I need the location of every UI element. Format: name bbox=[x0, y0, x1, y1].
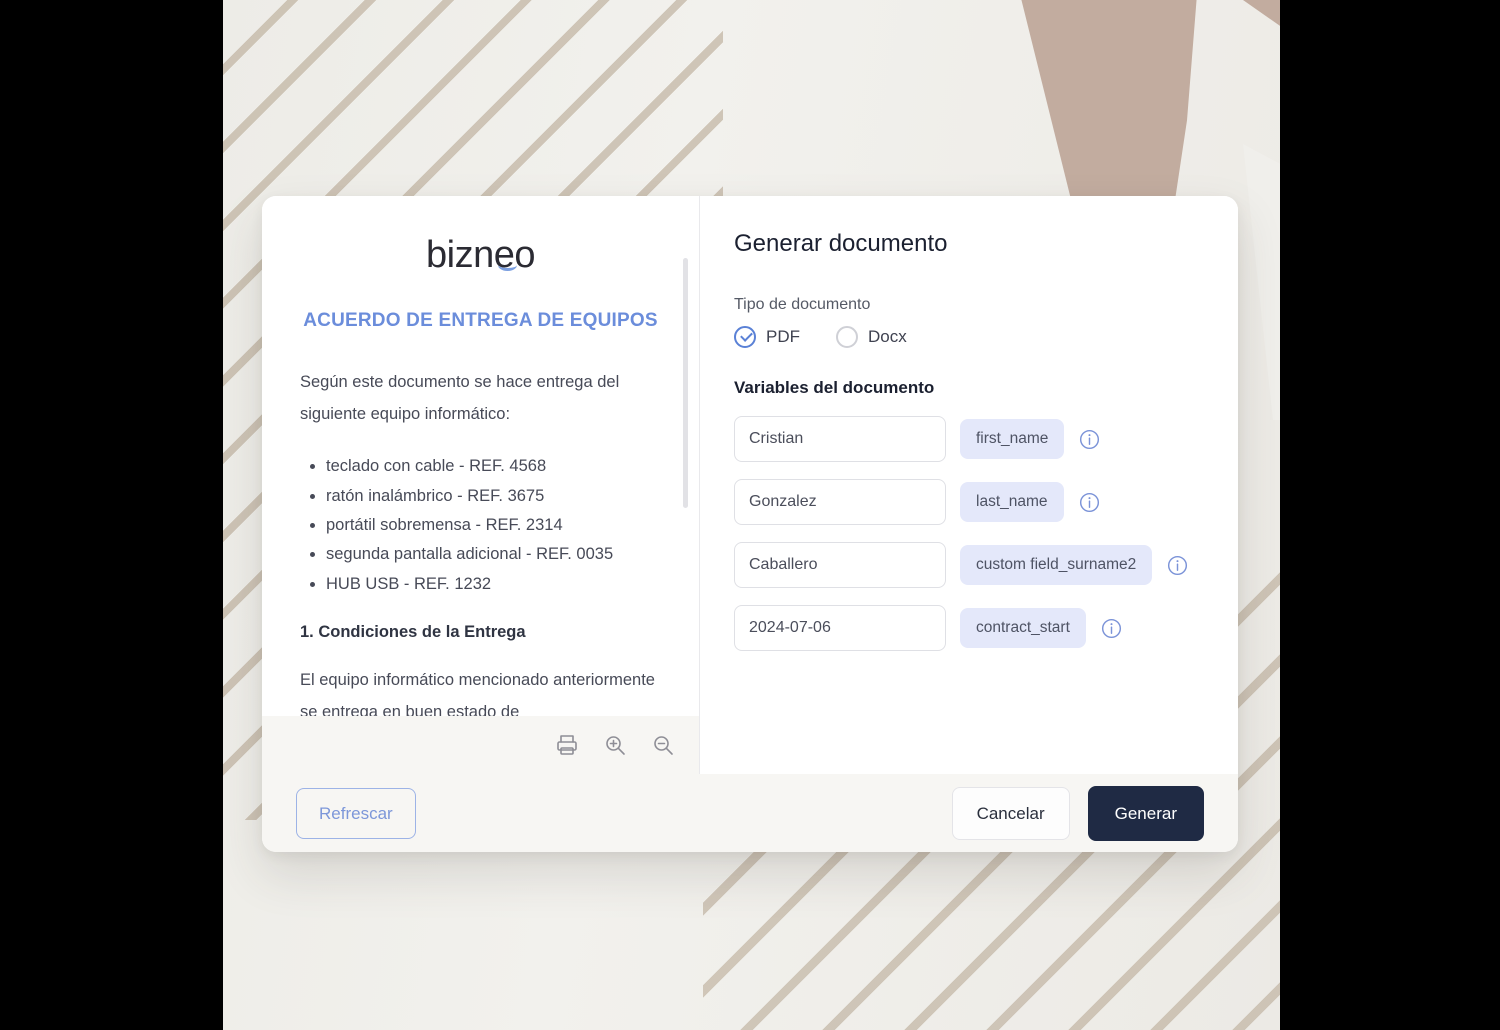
document-type-radio-group: PDF Docx bbox=[734, 326, 1202, 348]
logo-wrap: bizneo bbox=[300, 236, 661, 274]
variable-input-first-name[interactable] bbox=[734, 416, 946, 462]
screen-root: bizneo ACUERDO DE ENTREGA DE EQUIPOS Seg… bbox=[0, 0, 1500, 1030]
radio-label-pdf: PDF bbox=[766, 327, 800, 346]
variable-row: first_name bbox=[734, 416, 1202, 462]
radio-checked-icon[interactable] bbox=[734, 326, 756, 348]
preview-scrollbar[interactable] bbox=[683, 258, 688, 508]
list-item: portátil sobremensa - REF. 2314 bbox=[326, 511, 661, 540]
zoom-in-icon[interactable] bbox=[603, 733, 627, 757]
document-preview-pane: bizneo ACUERDO DE ENTREGA DE EQUIPOS Seg… bbox=[262, 196, 700, 774]
variable-tag-surname2: custom field_surname2 bbox=[960, 545, 1153, 585]
modal-body: bizneo ACUERDO DE ENTREGA DE EQUIPOS Seg… bbox=[262, 196, 1238, 774]
variable-row: contract_start bbox=[734, 605, 1202, 651]
document-intro-paragraph: Según este documento se hace entrega del… bbox=[300, 373, 620, 424]
footer-actions: Cancelar Generar bbox=[951, 785, 1204, 841]
document-section-heading: 1. Condiciones de la Entrega bbox=[300, 623, 526, 642]
variable-tag-first-name: first_name bbox=[960, 419, 1065, 459]
variable-input-surname2[interactable] bbox=[734, 542, 946, 588]
list-item: segunda pantalla adicional - REF. 0035 bbox=[326, 540, 661, 569]
form-title: Generar documento bbox=[734, 230, 948, 257]
equipment-list: teclado con cable - REF. 4568 ratón inal… bbox=[300, 452, 661, 599]
variable-input-last-name[interactable] bbox=[734, 479, 946, 525]
variable-tag-contract-start: contract_start bbox=[960, 608, 1086, 648]
cancel-button[interactable]: Cancelar bbox=[951, 786, 1070, 840]
bizneo-logo: bizneo bbox=[426, 236, 535, 274]
info-icon[interactable] bbox=[1166, 554, 1189, 577]
variable-row: last_name bbox=[734, 479, 1202, 525]
radio-unchecked-icon[interactable] bbox=[836, 326, 858, 348]
variable-input-contract-start[interactable] bbox=[734, 605, 946, 651]
info-icon[interactable] bbox=[1078, 428, 1101, 451]
variable-tag-last-name: last_name bbox=[960, 482, 1064, 522]
radio-label-docx: Docx bbox=[868, 327, 907, 346]
document-type-label: Tipo de documento bbox=[734, 296, 871, 313]
document-section-paragraph: El equipo informático mencionado anterio… bbox=[300, 671, 655, 716]
generate-document-modal: bizneo ACUERDO DE ENTREGA DE EQUIPOS Seg… bbox=[262, 196, 1238, 852]
radio-option-pdf[interactable]: PDF bbox=[734, 326, 800, 348]
zoom-out-icon[interactable] bbox=[651, 733, 675, 757]
info-icon[interactable] bbox=[1078, 491, 1101, 514]
radio-option-docx[interactable]: Docx bbox=[836, 326, 907, 348]
refresh-button[interactable]: Refrescar bbox=[296, 787, 416, 839]
info-icon[interactable] bbox=[1100, 617, 1123, 640]
list-item: teclado con cable - REF. 4568 bbox=[326, 452, 661, 481]
list-item: ratón inalámbrico - REF. 3675 bbox=[326, 482, 661, 511]
logo-smile-icon bbox=[498, 259, 517, 271]
list-item: HUB USB - REF. 1232 bbox=[326, 570, 661, 599]
preview-toolbar bbox=[262, 716, 699, 774]
print-icon[interactable] bbox=[555, 733, 579, 757]
variables-list: first_name last_name bbox=[734, 416, 1202, 651]
generate-document-form: Generar documento Tipo de documento PDF … bbox=[700, 196, 1238, 774]
bizneo-logo-text: bizneo bbox=[426, 234, 535, 276]
document-preview-scroll[interactable]: bizneo ACUERDO DE ENTREGA DE EQUIPOS Seg… bbox=[262, 196, 699, 716]
generate-button[interactable]: Generar bbox=[1087, 785, 1204, 841]
variable-row: custom field_surname2 bbox=[734, 542, 1202, 588]
document-title: ACUERDO DE ENTREGA DE EQUIPOS bbox=[303, 310, 658, 331]
modal-footer: Refrescar Cancelar Generar bbox=[262, 774, 1238, 852]
variables-label: Variables del documento bbox=[734, 378, 935, 397]
